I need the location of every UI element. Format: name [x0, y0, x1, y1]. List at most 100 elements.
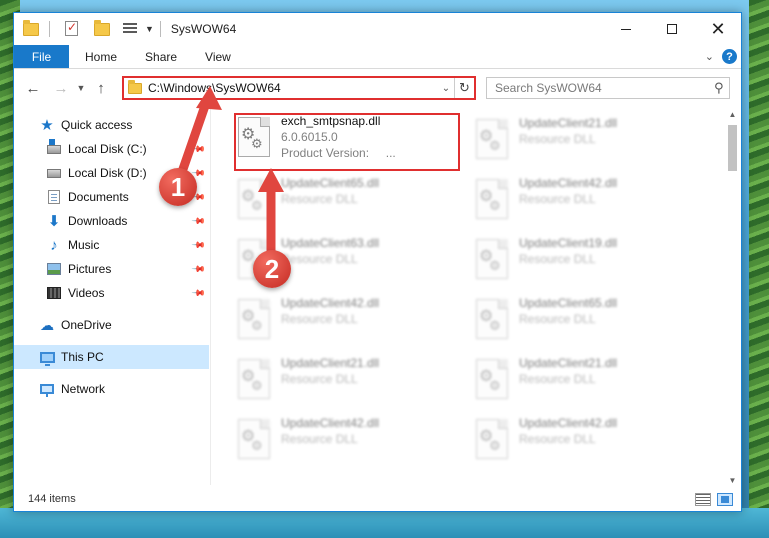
title-bar: ▼ SysWOW64 ✕: [14, 13, 741, 45]
status-bar: 144 items: [14, 487, 741, 511]
file-name: UpdateClient42.dll: [519, 416, 618, 430]
star-icon: ★: [40, 117, 54, 134]
refresh-icon[interactable]: ↻: [454, 78, 474, 98]
list-item[interactable]: ⚙ ⚙ UpdateClient21.dll Resource DLL: [474, 353, 704, 409]
file-name: UpdateClient21.dll: [519, 356, 618, 370]
nav-item-label: Network: [61, 382, 106, 396]
search-box[interactable]: Search SysWOW64 ⚲: [486, 77, 730, 99]
file-type: Resource DLL: [519, 372, 596, 386]
list-item[interactable]: ⚙ ⚙ UpdateClient21.dll Resource DLL: [236, 353, 466, 409]
expand-ribbon-icon[interactable]: ⌄: [705, 50, 714, 63]
details-view-icon[interactable]: [695, 493, 711, 506]
nav-item-local-disk-c[interactable]: Local Disk (C:) 📌: [14, 137, 209, 161]
nav-item-music[interactable]: ♪ Music 📌: [14, 233, 209, 257]
nav-item-pictures[interactable]: Pictures 📌: [14, 257, 209, 281]
file-name: UpdateClient42.dll: [281, 296, 380, 310]
dll-file-icon: ⚙⚙: [474, 239, 510, 283]
file-type: Resource DLL: [281, 192, 358, 206]
list-item[interactable]: ⚙ ⚙ UpdateClient65.dll Resource DLL: [474, 293, 704, 349]
file-type: Resource DLL: [519, 312, 596, 326]
up-arrow-icon[interactable]: ↑: [91, 78, 111, 98]
dll-file-icon: ⚙⚙: [474, 419, 510, 463]
scroll-down-icon[interactable]: ▼: [725, 473, 740, 487]
tab-share[interactable]: Share: [131, 45, 191, 68]
nav-item-label: Videos: [68, 286, 105, 300]
list-item[interactable]: ⚙ ⚙ UpdateClient65.dll Resource DLL: [236, 173, 466, 229]
nav-item-quick-access[interactable]: ★ Quick access: [14, 113, 209, 137]
properties-icon[interactable]: [65, 20, 81, 37]
search-input[interactable]: Search SysWOW64: [495, 81, 709, 95]
tab-view[interactable]: View: [191, 45, 245, 68]
list-item[interactable]: ⚙ ⚙ UpdateClient21.dll Resource DLL: [474, 113, 704, 169]
list-item[interactable]: ⚙ ⚙ UpdateClient42.dll Resource DLL: [474, 413, 704, 469]
list-item[interactable]: ⚙ ⚙ UpdateClient19.dll Resource DLL: [474, 233, 704, 289]
drive-icon: [46, 138, 62, 157]
pin-icon[interactable]: 📌: [191, 285, 206, 301]
nav-item-network[interactable]: Network: [14, 377, 209, 401]
cloud-icon: ☁: [40, 316, 54, 333]
nav-item-this-pc[interactable]: This PC: [14, 345, 209, 369]
desktop-sea: [0, 508, 769, 538]
nav-item-downloads[interactable]: ⬇ Downloads 📌: [14, 209, 209, 233]
file-name: UpdateClient21.dll: [281, 356, 380, 370]
file-type: Resource DLL: [519, 432, 596, 446]
nav-item-onedrive[interactable]: ☁ OneDrive: [14, 313, 209, 337]
window-controls: ✕: [603, 13, 741, 45]
address-bar[interactable]: C:\Windows\SysWOW64 ⌄ ↻: [122, 76, 476, 100]
explorer-window: ▼ SysWOW64 ✕ File Home Share View ⌄ ? ← …: [13, 12, 742, 512]
dll-file-icon: ⚙⚙: [474, 179, 510, 223]
view-toggles: [695, 493, 733, 506]
pin-icon[interactable]: 📌: [191, 141, 206, 157]
minimize-button[interactable]: [603, 13, 649, 45]
list-item[interactable]: ⚙ ⚙ UpdateClient42.dll Resource DLL: [236, 293, 466, 349]
navigation-bar: ← → ▼ ↑ C:\Windows\SysWOW64 ⌄ ↻ Search S…: [14, 75, 741, 101]
forward-arrow-icon[interactable]: →: [51, 78, 71, 98]
pictures-icon: [46, 261, 62, 277]
address-folder-icon: [128, 80, 142, 94]
address-dropdown-icon[interactable]: ⌄: [438, 83, 454, 94]
nav-item-label: This PC: [61, 350, 104, 364]
ribbon-tabs: File Home Share View ⌄ ?: [14, 45, 741, 69]
dll-file-icon: ⚙⚙: [474, 299, 510, 343]
large-icons-view-icon[interactable]: [717, 493, 733, 506]
file-type: Resource DLL: [519, 192, 596, 206]
nav-item-label: Local Disk (D:): [68, 166, 147, 180]
customize-quick-access-icon[interactable]: ▼: [145, 24, 154, 34]
computer-icon: [39, 349, 55, 366]
pane-divider[interactable]: [210, 105, 211, 485]
address-path[interactable]: C:\Windows\SysWOW64: [148, 81, 438, 95]
nav-item-videos[interactable]: Videos 📌: [14, 281, 209, 305]
pin-icon[interactable]: 📌: [191, 261, 206, 277]
back-arrow-icon[interactable]: ←: [23, 78, 43, 98]
pin-icon[interactable]: 📌: [191, 213, 206, 229]
view-options-icon[interactable]: [123, 21, 139, 37]
tab-file[interactable]: File: [14, 45, 69, 68]
dll-file-icon: ⚙⚙: [236, 419, 272, 463]
file-name: UpdateClient65.dll: [281, 176, 380, 190]
folder-icon: [23, 20, 39, 37]
search-icon[interactable]: ⚲: [709, 80, 729, 96]
dll-file-icon: ⚙⚙: [236, 179, 272, 223]
scroll-thumb[interactable]: [728, 125, 737, 171]
close-button[interactable]: ✕: [695, 13, 741, 45]
new-folder-icon[interactable]: [94, 20, 110, 37]
file-type: Resource DLL: [519, 252, 596, 266]
file-type: Resource DLL: [281, 312, 358, 326]
scroll-up-icon[interactable]: ▲: [725, 107, 740, 121]
nav-item-label: Quick access: [61, 118, 133, 132]
nav-item-label: OneDrive: [61, 318, 112, 332]
pin-icon[interactable]: 📌: [191, 237, 206, 253]
documents-icon: [46, 189, 62, 205]
list-item[interactable]: ⚙ ⚙ UpdateClient42.dll Resource DLL: [236, 413, 466, 469]
help-icon[interactable]: ?: [722, 49, 737, 64]
maximize-button[interactable]: [649, 13, 695, 45]
music-icon: ♪: [50, 236, 58, 254]
minimize-icon: [621, 28, 631, 30]
tab-home[interactable]: Home: [69, 45, 131, 68]
vertical-scrollbar[interactable]: ▲ ▼: [725, 107, 740, 487]
file-type: Resource DLL: [281, 432, 358, 446]
network-icon: [39, 381, 55, 397]
videos-icon: [46, 285, 62, 301]
list-item[interactable]: ⚙ ⚙ UpdateClient42.dll Resource DLL: [474, 173, 704, 229]
recent-locations-icon[interactable]: ▼: [75, 78, 87, 98]
